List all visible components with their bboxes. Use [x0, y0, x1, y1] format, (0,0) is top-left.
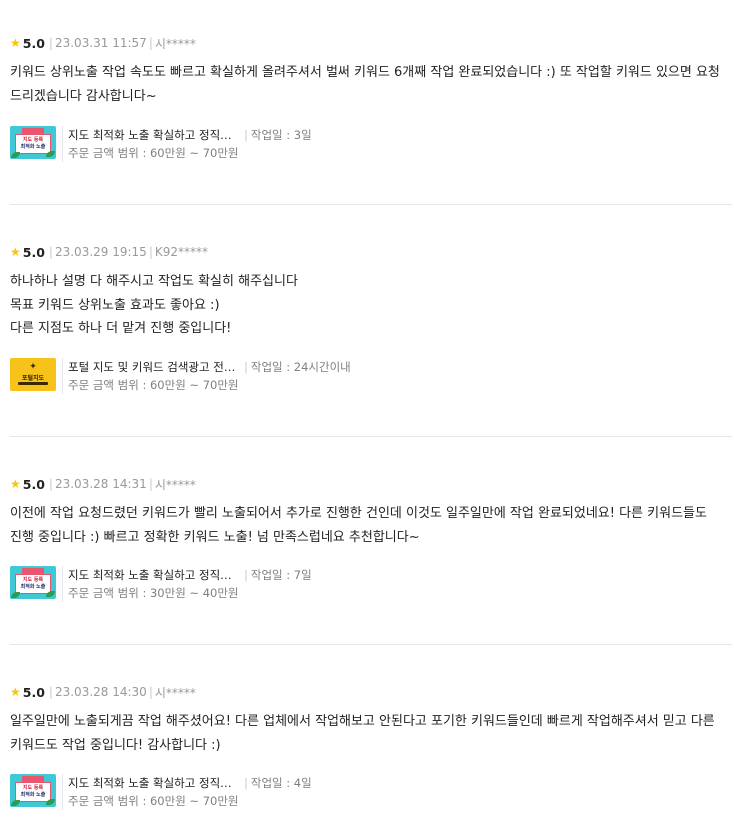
review-divider — [10, 644, 732, 645]
review-text-line: 키워드 상위노출 작업 속도도 빠르고 확실하게 올려주셔서 벌써 키워드 6개… — [10, 65, 720, 80]
gig-info: 지도 최적화 노출 확실하고 정직하게 해드립니다 |작업일 : 4일 주문 금… — [62, 774, 312, 810]
thumbnail-text: 최적화 노출 — [20, 144, 46, 150]
review-user: K92***** — [154, 245, 208, 259]
star-icon: ★ — [10, 245, 21, 259]
review-user: 시***** — [154, 685, 196, 700]
gig-thumbnail[interactable]: 지도 등록 최적화 노출 — [10, 126, 56, 159]
review-date: 23.03.28 14:30 — [54, 685, 147, 699]
review-meta: ★ 5.0 | 23.03.29 19:15 | K92***** — [10, 244, 208, 260]
meta-separator: | — [148, 685, 153, 699]
review-rating: 5.0 — [22, 476, 45, 492]
gig-work-days: | 작업일 : 3일 — [244, 128, 312, 142]
gig-card[interactable]: ✦ 포털지도 포털 지도 및 키워드 검색광고 전문 대행 |작업일 : 24시… — [10, 358, 351, 394]
gig-title[interactable]: 포털 지도 및 키워드 검색광고 전문 대행 — [68, 358, 236, 376]
thumbnail-text: 최적화 노출 — [20, 584, 46, 590]
thumbnail-text: 최적화 노출 — [20, 792, 46, 798]
meta-separator: | — [48, 477, 53, 491]
review-meta: ★ 5.0 | 23.03.31 11:57 | 시***** — [10, 35, 196, 51]
gig-work-days: | 작업일 : 7일 — [244, 568, 312, 582]
star-icon: ★ — [10, 36, 21, 50]
meta-separator: | — [148, 36, 153, 50]
leaf-decoration — [46, 151, 55, 157]
review-date: 23.03.31 11:57 — [54, 36, 147, 50]
thumbnail-text: 포털지도 — [21, 375, 45, 382]
review-rating: 5.0 — [22, 35, 45, 51]
review-text-line: 하나하나 설명 다 해주시고 작업도 확실히 해주십니다 — [10, 274, 298, 289]
gig-price-range: 주문 금액 범위 : 30만원 ~ 40만원 — [68, 586, 239, 600]
thumbnail-bar — [18, 382, 48, 385]
review-date: 23.03.28 14:31 — [54, 477, 147, 491]
gig-card[interactable]: 지도 등록 최적화 노출 지도 최적화 노출 확실하고 정직하게 해드립니다 |… — [10, 126, 312, 162]
review-divider — [10, 436, 732, 437]
thumbnail-text: 지도 등록 — [22, 785, 44, 791]
review-text-line: 키워드도 작업 중입니다! 감사합니다 :) — [10, 737, 221, 753]
review-meta: ★ 5.0 | 23.03.28 14:31 | 시***** — [10, 476, 196, 492]
meta-separator: | — [48, 36, 53, 50]
gig-card[interactable]: 지도 등록 최적화 노출 지도 최적화 노출 확실하고 정직하게 해드립니다 |… — [10, 774, 312, 810]
gig-price-range: 주문 금액 범위 : 60만원 ~ 70만원 — [68, 794, 239, 808]
review-user: 시***** — [154, 36, 196, 51]
gig-work-days: | 작업일 : 24시간이내 — [244, 360, 351, 374]
location-pin-icon: ✦ — [29, 362, 37, 372]
meta-separator: | — [148, 477, 153, 491]
leaf-decoration — [11, 800, 20, 806]
thumbnail-text: 지도 등록 — [22, 577, 44, 583]
gig-title[interactable]: 지도 최적화 노출 확실하고 정직하게 해드립니다 — [68, 566, 236, 584]
gig-thumbnail[interactable]: ✦ 포털지도 — [10, 358, 56, 391]
review-text: 키워드 상위노출 작업 속도도 빠르고 확실하게 올려주셔서 벌써 키워드 6개… — [10, 61, 732, 108]
gig-work-days: | 작업일 : 4일 — [244, 776, 312, 790]
gig-title[interactable]: 지도 최적화 노출 확실하고 정직하게 해드립니다 — [68, 126, 236, 144]
leaf-decoration — [46, 799, 55, 805]
gig-price-range: 주문 금액 범위 : 60만원 ~ 70만원 — [68, 378, 239, 392]
review-text-line: 목표 키워드 상위노출 효과도 좋아요 :) — [10, 297, 220, 313]
thumbnail-text: 지도 등록 — [22, 137, 44, 143]
review-text-line: 진행 중입니다 :) 빠르고 정확한 키워드 노출! 넘 만족스럽네요 추천합니… — [10, 529, 420, 545]
review-text-line: 다른 지점도 하나 더 맡겨 진행 중입니다! — [10, 321, 232, 336]
gig-info: 지도 최적화 노출 확실하고 정직하게 해드립니다 |작업일 : 7일 주문 금… — [62, 566, 312, 602]
gig-thumbnail[interactable]: 지도 등록 최적화 노출 — [10, 774, 56, 807]
review-date: 23.03.29 19:15 — [54, 245, 147, 259]
gig-info: 포털 지도 및 키워드 검색광고 전문 대행 |작업일 : 24시간이내 주문 … — [62, 358, 351, 394]
review-text: 이전에 작업 요청드렸던 키워드가 빨리 노출되어서 추가로 진행한 건인데 이… — [10, 502, 732, 549]
review-divider — [10, 204, 732, 205]
gig-thumbnail[interactable]: 지도 등록 최적화 노출 — [10, 566, 56, 599]
review-text-line: 드리겠습니다 감사합니다~ — [10, 88, 157, 104]
star-icon: ★ — [10, 685, 21, 699]
star-icon: ★ — [10, 477, 21, 491]
gig-price-range: 주문 금액 범위 : 60만원 ~ 70만원 — [68, 146, 239, 160]
review-meta: ★ 5.0 | 23.03.28 14:30 | 시***** — [10, 684, 196, 700]
leaf-decoration — [11, 152, 20, 158]
meta-separator: | — [148, 245, 153, 259]
review-text: 일주일만에 노출되게끔 작업 해주셨어요! 다른 업체에서 작업해보고 안된다고… — [10, 710, 732, 757]
review-user: 시***** — [154, 477, 196, 492]
review-rating: 5.0 — [22, 244, 45, 260]
gig-title[interactable]: 지도 최적화 노출 확실하고 정직하게 해드립니다 — [68, 774, 236, 792]
review-text-line: 일주일만에 노출되게끔 작업 해주셨어요! 다른 업체에서 작업해보고 안된다고… — [10, 714, 715, 729]
review-text-line: 이전에 작업 요청드렸던 키워드가 빨리 노출되어서 추가로 진행한 건인데 이… — [10, 506, 707, 521]
meta-separator: | — [48, 245, 53, 259]
leaf-decoration — [46, 591, 55, 597]
review-text: 하나하나 설명 다 해주시고 작업도 확실히 해주십니다 목표 키워드 상위노출… — [10, 270, 732, 341]
gig-info: 지도 최적화 노출 확실하고 정직하게 해드립니다 |작업일 : 3일 주문 금… — [62, 126, 312, 162]
meta-separator: | — [48, 685, 53, 699]
gig-card[interactable]: 지도 등록 최적화 노출 지도 최적화 노출 확실하고 정직하게 해드립니다 |… — [10, 566, 312, 602]
leaf-decoration — [11, 592, 20, 598]
review-rating: 5.0 — [22, 684, 45, 700]
